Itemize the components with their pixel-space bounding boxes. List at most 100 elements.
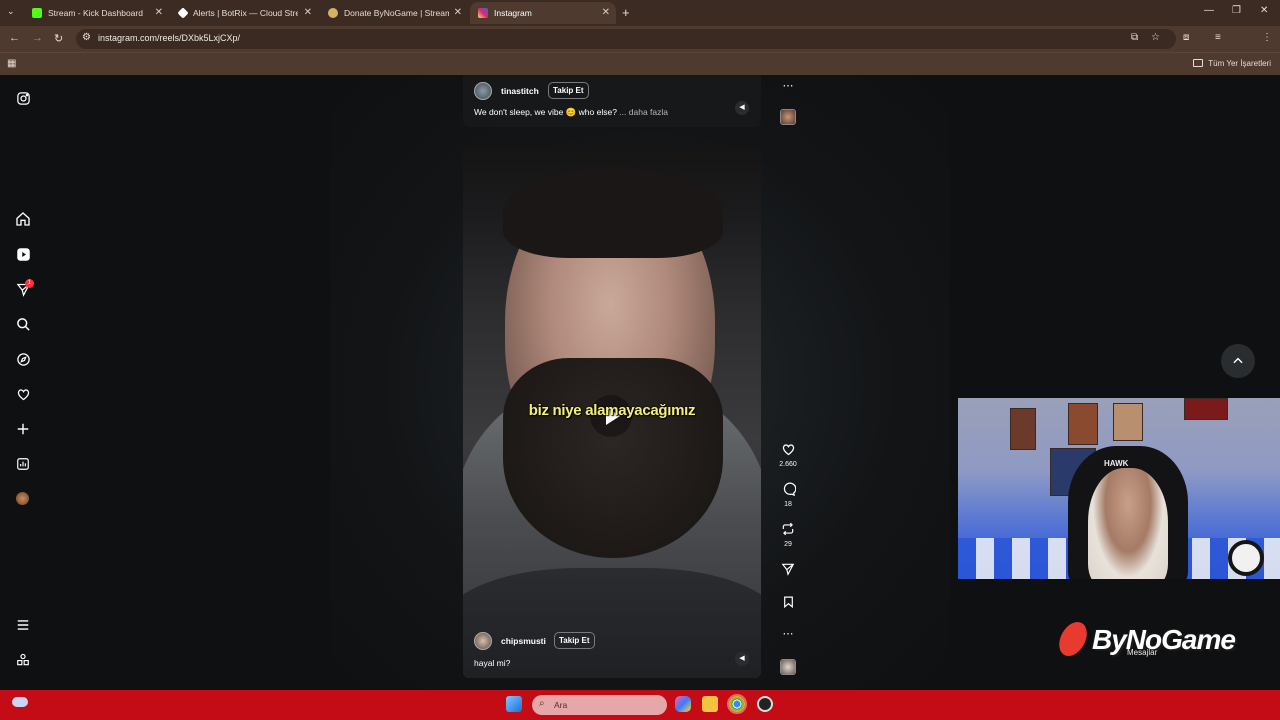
close-icon[interactable]: ✕: [602, 7, 610, 18]
messages-badge: 1: [25, 279, 34, 288]
repost-count: 29: [784, 541, 792, 548]
weather-icon[interactable]: [12, 697, 28, 707]
reload-button[interactable]: ↻: [54, 32, 63, 45]
instagram-icon: [478, 8, 488, 18]
audio-thumbnail[interactable]: [780, 109, 796, 125]
bookmarks-bar: ▦ Tüm Yer İşaretleri: [0, 52, 1280, 75]
chrome-menu-icon[interactable]: ⋮: [1262, 32, 1272, 43]
volume-icon[interactable]: ◀: [735, 652, 749, 666]
home-icon[interactable]: [14, 210, 32, 228]
extensions-icon[interactable]: ⧈: [1183, 32, 1189, 43]
reel-username[interactable]: chipsmusti: [501, 636, 546, 646]
more-link[interactable]: ... daha fazla: [619, 107, 668, 117]
panda-plush: [1228, 540, 1264, 576]
url-text: instagram.com/reels/DXbk5LxjCXp/: [98, 33, 241, 43]
more-options-icon[interactable]: ⋯: [780, 79, 796, 92]
tab-title: Stream - Kick Dashboard: [48, 8, 143, 18]
like-count: 2.660: [779, 461, 797, 468]
streamer: [1088, 468, 1168, 579]
profile-icon[interactable]: [16, 492, 29, 505]
close-icon[interactable]: ✕: [304, 7, 312, 18]
tab-search-button[interactable]: ⌄: [7, 6, 15, 17]
instagram-page: 1 tinastitch Takip Et We don't sleep, we…: [0, 75, 1280, 690]
tab-title: Instagram: [494, 8, 532, 18]
bynogame-logo-mark: [1055, 622, 1091, 656]
folder-icon: [1193, 59, 1204, 67]
tab-title: Alerts | BotRix — Cloud Stream: [193, 8, 298, 18]
webcam-overlay: HAWK: [958, 398, 1280, 579]
follow-button[interactable]: Takip Et: [554, 632, 595, 649]
back-button[interactable]: ←: [9, 32, 20, 44]
close-icon[interactable]: ✕: [454, 7, 462, 18]
wall-poster: [1010, 408, 1036, 450]
instagram-sidebar: 1: [0, 75, 46, 690]
save-icon[interactable]: [780, 595, 796, 614]
repost-icon[interactable]: [780, 522, 796, 541]
previous-reel[interactable]: tinastitch Takip Et We don't sleep, we v…: [463, 75, 761, 127]
all-bookmarks-button[interactable]: Tüm Yer İşaretleri: [1193, 59, 1271, 68]
chrome-icon[interactable]: [727, 694, 747, 714]
taskbar-search[interactable]: ⌕ Ara: [532, 695, 667, 715]
media-control-icon[interactable]: ≡: [1215, 32, 1221, 43]
maximize-button[interactable]: ❐: [1232, 5, 1241, 16]
tab-botrix-alerts[interactable]: Alerts | BotRix — Cloud Stream ✕: [171, 2, 318, 24]
chair-brand: HAWK: [1104, 459, 1129, 468]
video-subtitle: biz niye alamayacağımız: [528, 402, 696, 419]
reel-caption: hayal mi?: [474, 658, 511, 668]
forward-button[interactable]: →: [32, 32, 43, 44]
reel-username[interactable]: tinastitch: [501, 86, 539, 96]
search-icon[interactable]: [14, 315, 32, 333]
minimize-button[interactable]: —: [1204, 5, 1214, 16]
apps-grid-icon[interactable]: ▦: [7, 58, 16, 69]
browser-tab-bar: ⌄ Stream - Kick Dashboard ✕ Alerts | Bot…: [0, 0, 1280, 26]
chevron-up-icon: [1233, 357, 1243, 364]
windows-taskbar: ⌕ Ara: [0, 690, 1280, 720]
audio-thumbnail[interactable]: [780, 659, 796, 675]
more-options-icon[interactable]: ⋯: [780, 627, 796, 640]
tab-kick-dashboard[interactable]: Stream - Kick Dashboard ✕: [24, 2, 169, 24]
search-icon: ⌕: [539, 698, 545, 709]
volume-icon[interactable]: ◀: [735, 101, 749, 115]
comment-count: 18: [784, 501, 792, 508]
close-window-button[interactable]: ✕: [1260, 5, 1268, 16]
copilot-icon[interactable]: [675, 696, 691, 712]
tab-title: Donate ByNoGame | Streamer: [344, 8, 449, 18]
tab-bynogame-donate[interactable]: Donate ByNoGame | Streamer ✕: [320, 2, 468, 24]
menu-icon[interactable]: [14, 616, 32, 634]
cast-icon[interactable]: ⧉: [1131, 32, 1138, 43]
like-icon[interactable]: [780, 442, 796, 462]
explore-icon[interactable]: [14, 350, 32, 368]
start-icon[interactable]: [506, 696, 522, 712]
close-icon[interactable]: ✕: [155, 7, 163, 18]
notifications-icon[interactable]: [14, 385, 32, 403]
reel-video[interactable]: biz niye alamayacağımız chipsmusti Takip…: [463, 148, 761, 678]
previous-reel-button[interactable]: [1221, 344, 1255, 378]
create-icon[interactable]: [14, 420, 32, 438]
more-icon[interactable]: [14, 651, 32, 669]
bynogame-icon: [328, 8, 338, 18]
tab-instagram[interactable]: Instagram ✕: [470, 2, 616, 24]
file-explorer-icon[interactable]: [702, 696, 718, 712]
kick-icon: [32, 8, 42, 18]
new-tab-button[interactable]: +: [622, 5, 630, 20]
wall-poster: [1068, 403, 1098, 445]
video-beard: [503, 358, 723, 558]
botrix-icon: [177, 7, 189, 19]
bookmark-star-icon[interactable]: ☆: [1151, 32, 1160, 43]
follow-button[interactable]: Takip Et: [548, 82, 589, 99]
reels-icon[interactable]: [14, 245, 32, 263]
comment-icon[interactable]: [780, 482, 796, 502]
bynogame-logo-text: ByNoGame: [1092, 624, 1236, 655]
site-info-icon[interactable]: ⚙: [82, 32, 91, 43]
avatar[interactable]: [474, 82, 492, 100]
avatar[interactable]: [474, 632, 492, 650]
caption-text: We don't sleep, we vibe 😊 who else?: [474, 107, 617, 117]
share-icon[interactable]: [780, 562, 796, 581]
messages-label[interactable]: Mesajlar: [1127, 648, 1157, 657]
instagram-icon[interactable]: [14, 89, 32, 107]
obs-icon[interactable]: [757, 696, 773, 712]
url-bar[interactable]: ⚙ instagram.com/reels/DXbk5LxjCXp/: [76, 29, 1176, 49]
dashboard-icon[interactable]: [14, 455, 32, 473]
all-bookmarks-label: Tüm Yer İşaretleri: [1208, 59, 1271, 68]
address-toolbar: ← → ↻ ⚙ instagram.com/reels/DXbk5LxjCXp/…: [0, 26, 1280, 71]
